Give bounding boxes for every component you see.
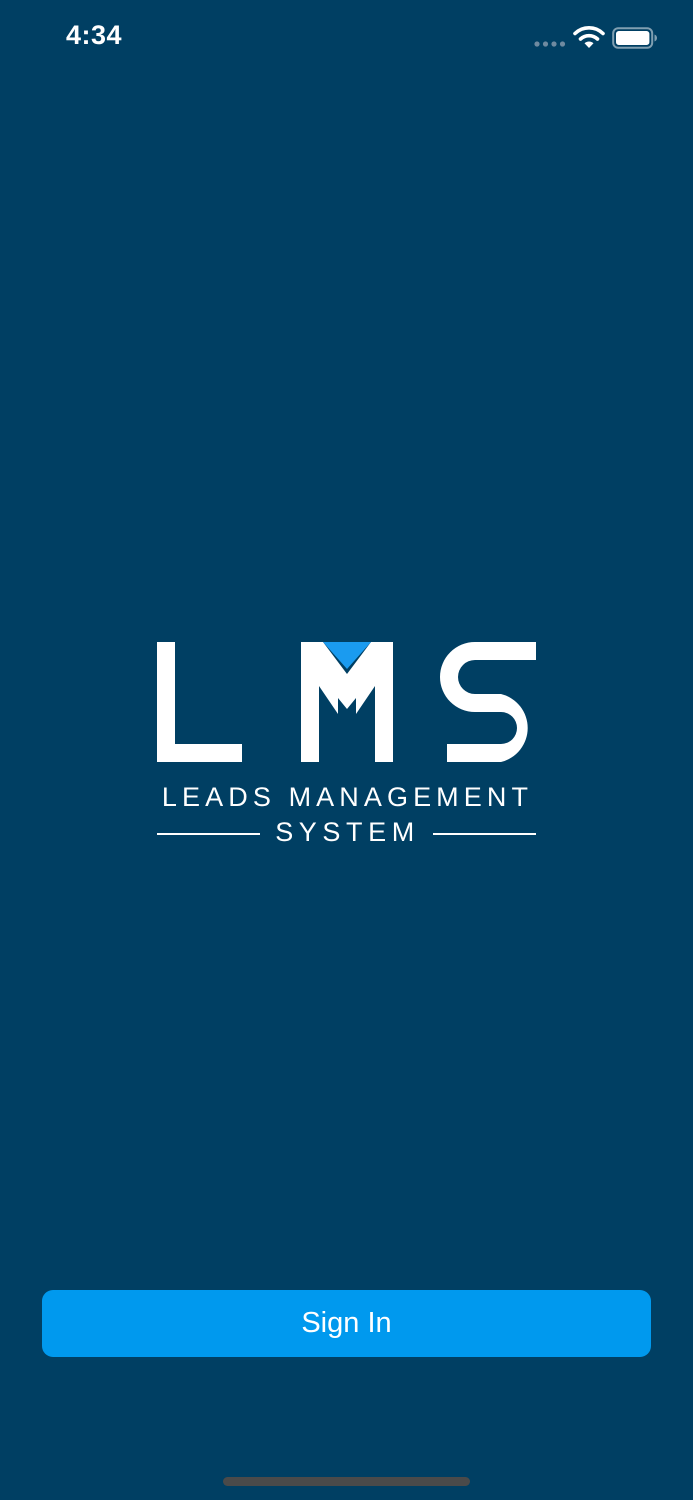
lms-logo: LEADS MANAGEMENT SYSTEM: [150, 636, 545, 856]
wifi-icon: [573, 26, 605, 48]
status-bar: 4:34: [0, 0, 693, 80]
home-indicator[interactable]: [223, 1477, 470, 1486]
battery-icon: [612, 27, 657, 49]
logo-tagline-line1: LEADS MANAGEMENT: [161, 782, 534, 812]
signal-dots-icon: [534, 41, 566, 47]
sign-in-button[interactable]: Sign In: [42, 1290, 651, 1357]
logo-tagline-line2: SYSTEM: [275, 817, 420, 847]
lms-logo-mark: [157, 642, 536, 762]
status-time: 4:34: [66, 20, 123, 50]
